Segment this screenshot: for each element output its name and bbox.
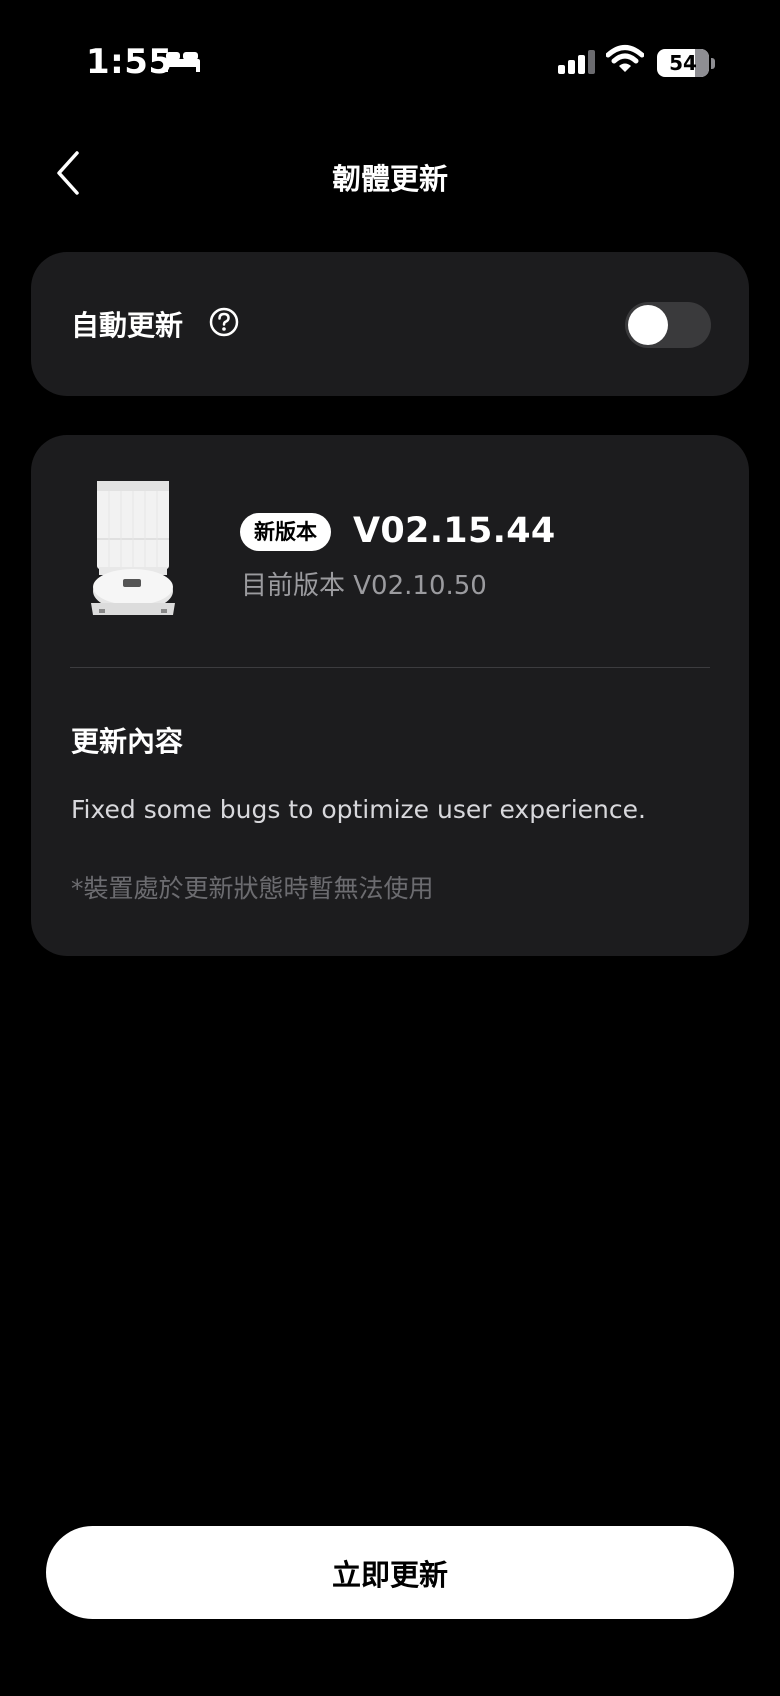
update-content-body: Fixed some bugs to optimize user experie… (71, 795, 646, 824)
robot-vacuum-station-image (89, 479, 177, 623)
wifi-icon (605, 44, 645, 78)
bed-icon (164, 50, 200, 76)
status-bar: 1:55 54 (0, 0, 780, 130)
toggle-knob (628, 305, 668, 345)
new-version-number: V02.15.44 (353, 511, 556, 551)
battery-cap (711, 58, 715, 69)
firmware-update-screen: 1:55 54 韌體更新 自動更新 新版本 V02.15.44 目前版本 V02… (0, 0, 780, 1696)
cellular-signal-icon (558, 50, 596, 78)
auto-update-toggle[interactable] (625, 302, 711, 348)
battery-percent: 54 (669, 51, 697, 75)
update-now-button[interactable]: 立即更新 (46, 1526, 734, 1619)
current-version: 目前版本 V02.10.50 (241, 571, 487, 601)
new-version-badge: 新版本 (240, 513, 331, 551)
firmware-version-card: 新版本 V02.15.44 目前版本 V02.10.50 更新內容 Fixed … (31, 435, 749, 956)
question-circle-icon[interactable] (209, 307, 239, 341)
update-note: *裝置處於更新狀態時暫無法使用 (71, 874, 434, 903)
auto-update-label: 自動更新 (71, 309, 184, 342)
auto-update-card: 自動更新 (31, 252, 749, 396)
divider (70, 667, 710, 668)
page-title: 韌體更新 (331, 162, 448, 196)
status-time: 1:55 (86, 42, 173, 82)
update-content-title: 更新內容 (71, 725, 184, 758)
battery-icon: 54 (657, 49, 709, 77)
